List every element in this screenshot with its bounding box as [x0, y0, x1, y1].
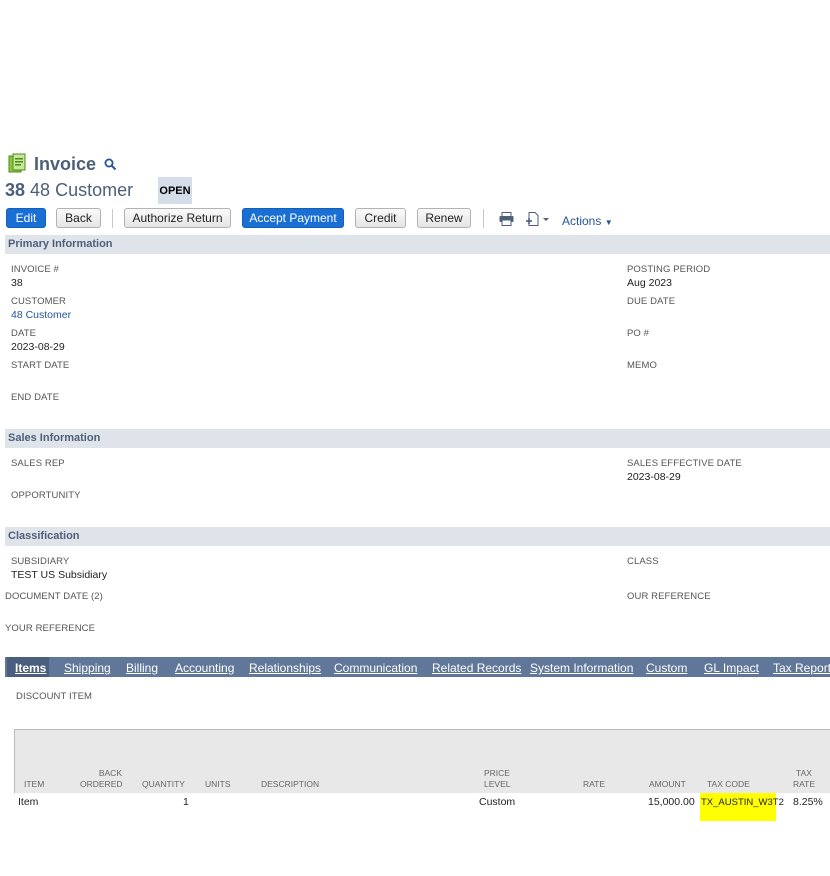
- section-primary-information[interactable]: Primary Information: [5, 235, 830, 254]
- section-sales-information[interactable]: Sales Information: [5, 429, 830, 448]
- column-header-tax-rate-line2: RATE: [793, 779, 816, 789]
- tab-relationships[interactable]: Relationships: [249, 661, 321, 675]
- column-header-back-ordered-line2: ORDERED: [80, 779, 123, 789]
- record-name: 48 Customer: [30, 180, 134, 200]
- invoice-number-label: INVOICE #: [11, 264, 59, 275]
- print-icon[interactable]: [499, 212, 514, 226]
- sales-rep-label: SALES REP: [11, 458, 65, 469]
- sales-effective-date-value: 2023-08-29: [627, 471, 681, 483]
- column-header-units: UNITS: [205, 779, 231, 789]
- column-header-back-ordered-line1: BACK: [98, 768, 122, 778]
- invoice-icon: [8, 153, 26, 173]
- subsidiary-value: TEST US Subsidiary: [11, 569, 108, 581]
- tab-system-information[interactable]: System Information: [530, 661, 633, 675]
- section-classification[interactable]: Classification: [5, 527, 830, 546]
- opportunity-label: OPPORTUNITY: [11, 490, 81, 501]
- sales-effective-date-label: SALES EFFECTIVE DATE: [627, 458, 742, 469]
- posting-period-label: POSTING PERIOD: [627, 264, 711, 275]
- customer-link[interactable]: 48 Customer: [11, 309, 71, 321]
- column-header-tax-rate-line1: TAX: [796, 768, 812, 778]
- invoice-number-value: 38: [11, 277, 23, 289]
- our-reference-label: OUR REFERENCE: [627, 591, 711, 602]
- actions-label: Actions: [562, 214, 602, 228]
- authorize-return-button[interactable]: Authorize Return: [124, 208, 231, 228]
- column-header-tax-code: TAX CODE: [707, 779, 750, 789]
- column-header-price-level-line1: PRICE: [484, 768, 510, 778]
- column-header-price-level: PRICE LEVEL: [484, 768, 510, 790]
- renew-button[interactable]: Renew: [417, 208, 471, 228]
- tax-code-cell: TX_AUSTIN_W3T2: [701, 797, 784, 808]
- start-date-label: START DATE: [11, 360, 70, 371]
- class-label: CLASS: [627, 556, 659, 567]
- tab-related-records[interactable]: Related Records: [432, 661, 521, 675]
- accept-payment-button[interactable]: Accept Payment: [242, 208, 344, 228]
- customer-label: CUSTOMER: [11, 296, 66, 307]
- status-badge: OPEN: [158, 177, 192, 204]
- page-title: Invoice: [34, 153, 97, 174]
- item-link[interactable]: Item: [18, 796, 38, 808]
- back-button[interactable]: Back: [56, 208, 101, 228]
- page-title-row: Invoice: [8, 152, 117, 176]
- tab-billing[interactable]: Billing: [126, 661, 158, 675]
- toolbar-divider: [483, 209, 484, 228]
- new-document-icon[interactable]: [526, 212, 551, 226]
- date-label: DATE: [11, 328, 37, 339]
- memo-label: MEMO: [627, 360, 657, 371]
- tab-accounting[interactable]: Accounting: [175, 661, 234, 675]
- your-reference-label: YOUR REFERENCE: [5, 623, 96, 634]
- quantity-cell: 1: [183, 796, 189, 808]
- tab-tax-reporting[interactable]: Tax Reporting: [773, 661, 830, 675]
- tab-custom[interactable]: Custom: [646, 661, 687, 675]
- record-number: 38: [5, 180, 26, 200]
- discount-item-label: DISCOUNT ITEM: [16, 691, 93, 702]
- date-value: 2023-08-29: [11, 341, 65, 353]
- tax-rate-cell: 8.25%: [793, 796, 823, 808]
- caret-down-icon: ▼: [604, 218, 613, 227]
- toolbar-divider: [112, 209, 113, 228]
- column-header-tax-rate: TAX RATE: [793, 768, 815, 790]
- document-date-label: DOCUMENT DATE (2): [5, 591, 103, 602]
- edit-button[interactable]: Edit: [6, 208, 46, 228]
- tab-communication[interactable]: Communication: [334, 661, 417, 675]
- end-date-label: END DATE: [11, 392, 60, 403]
- column-header-quantity: QUANTITY: [142, 779, 185, 789]
- due-date-label: DUE DATE: [627, 296, 676, 307]
- posting-period-value: Aug 2023: [627, 277, 672, 289]
- column-header-item: ITEM: [24, 779, 45, 789]
- search-icon[interactable]: [104, 158, 117, 171]
- credit-button[interactable]: Credit: [355, 208, 406, 228]
- record-heading: 38 48 Customer: [5, 180, 133, 201]
- actions-menu[interactable]: Actions ▼: [562, 214, 613, 228]
- tab-gl-impact[interactable]: GL Impact: [704, 661, 759, 675]
- column-header-amount: AMOUNT: [649, 779, 686, 789]
- subsidiary-label: SUBSIDIARY: [11, 556, 70, 567]
- tab-items[interactable]: Items: [15, 661, 46, 675]
- column-header-price-level-line2: LEVEL: [484, 779, 511, 789]
- column-header-description: DESCRIPTION: [261, 779, 320, 789]
- amount-cell: 15,000.00: [648, 796, 695, 808]
- po-number-label: PO #: [627, 328, 650, 339]
- column-header-back-ordered: BACK ORDERED: [80, 768, 123, 790]
- tab-shipping[interactable]: Shipping: [64, 661, 111, 675]
- column-header-rate: RATE: [583, 779, 606, 789]
- price-level-cell: Custom: [479, 796, 516, 808]
